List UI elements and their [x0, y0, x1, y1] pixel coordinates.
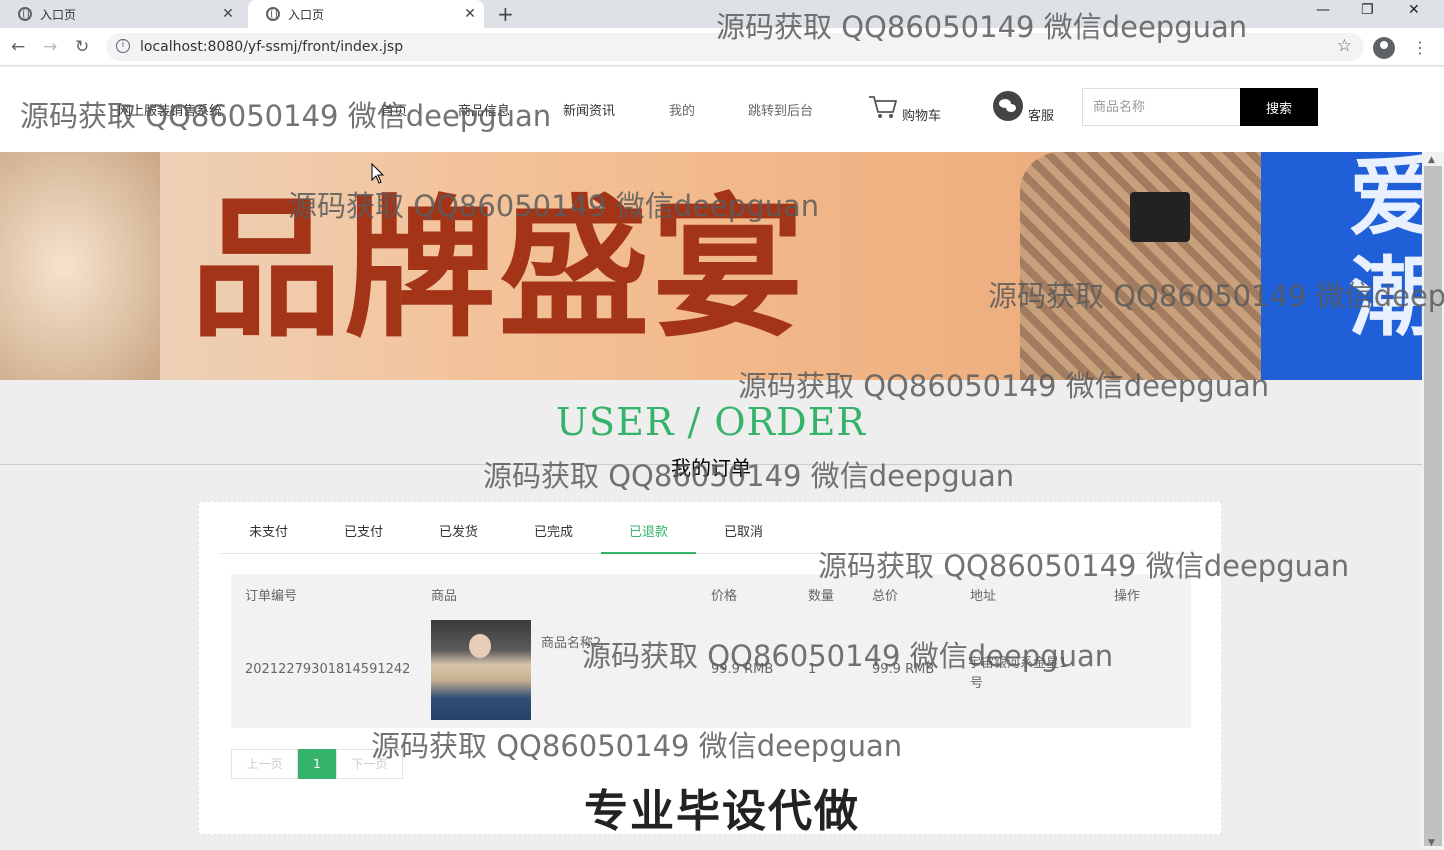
table-row: 20212279301814591242 商品名称2 99.9 RMB 1 99… [231, 612, 1191, 728]
col-total: 总价 [872, 589, 899, 604]
banner-coat-image [0, 152, 160, 380]
order-table-header: 订单编号 商品 价格 数量 总价 地址 操作 [231, 574, 1191, 612]
banner-headline: 品牌盛宴 [190, 179, 806, 358]
window-close-button[interactable]: ✕ [1408, 2, 1420, 18]
search-button[interactable]: 搜索 [1240, 88, 1318, 126]
order-status-tabs: 未支付 已支付 已发货 已完成 已退款 已取消 [221, 516, 1189, 554]
banner-side-text: 爱潮 [1349, 152, 1422, 348]
banner-slide: 品牌盛宴 [0, 152, 1261, 380]
maximize-button[interactable]: ❐ [1361, 2, 1374, 18]
tab-close-icon[interactable]: ✕ [462, 6, 478, 22]
globe-icon [266, 7, 280, 21]
banner-next-slide: 爱潮 [1261, 152, 1422, 380]
address-line-1: 宇宙银河系金星1 [968, 656, 1068, 671]
url-text[interactable]: localhost:8080/yf-ssmj/front/index.jsp [140, 39, 403, 55]
address-bar-row: ← → ↻ i localhost:8080/yf-ssmj/front/ind… [0, 28, 1444, 66]
wechat-icon[interactable] [993, 91, 1023, 121]
tab-completed[interactable]: 已完成 [506, 516, 601, 554]
forward-button[interactable]: → [43, 37, 57, 57]
banner-bag-tag [1130, 192, 1190, 242]
promo-overlay-text: 专业毕设代做 [584, 786, 860, 837]
tab-title: 入口页 [288, 7, 325, 22]
service-label[interactable]: 客服 [1028, 105, 1054, 124]
tab-close-icon[interactable]: ✕ [220, 6, 236, 22]
qty-cell: 1 [808, 662, 817, 677]
tab-cancelled[interactable]: 已取消 [696, 516, 791, 554]
new-tab-button[interactable]: + [497, 2, 514, 26]
globe-icon [18, 7, 32, 21]
reload-button[interactable]: ↻ [75, 37, 89, 57]
nav-products[interactable]: 商品信息 [458, 100, 510, 119]
price-cell: 99.9 RMB [711, 662, 774, 677]
order-number: 20212279301814591242 [245, 662, 411, 677]
hero-banner[interactable]: 品牌盛宴 爱潮 [0, 152, 1422, 380]
col-product: 商品 [431, 589, 458, 604]
scroll-down-icon[interactable]: ▼ [1428, 838, 1435, 848]
back-button[interactable]: ← [11, 37, 25, 57]
site-info-icon[interactable]: i [116, 39, 130, 53]
section-title-en: USER / ORDER [556, 400, 866, 444]
tab-shipped[interactable]: 已发货 [411, 516, 506, 554]
browser-tab-2[interactable]: 入口页 ✕ [248, 0, 484, 28]
bookmark-star-icon[interactable]: ☆ [1337, 36, 1352, 56]
cart-label[interactable]: 购物车 [902, 105, 941, 124]
scroll-up-icon[interactable]: ▲ [1428, 155, 1435, 165]
scroll-thumb[interactable] [1424, 166, 1442, 846]
col-action: 操作 [1114, 589, 1141, 604]
browser-tab-1[interactable]: 入口页 ✕ [0, 0, 242, 28]
tab-title: 入口页 [40, 7, 77, 22]
tab-refunded[interactable]: 已退款 [601, 516, 696, 554]
browser-tab-bar: 入口页 ✕ 入口页 ✕ + — ❐ ✕ [0, 0, 1444, 28]
page-scrollbar[interactable]: ▲ ▼ [1422, 152, 1444, 850]
tab-paid[interactable]: 已支付 [316, 516, 411, 554]
nav-home[interactable]: 首页 [381, 100, 407, 119]
tab-unpaid[interactable]: 未支付 [221, 516, 316, 554]
col-order-no: 订单编号 [245, 589, 298, 604]
col-address: 地址 [970, 589, 997, 604]
profile-avatar-icon[interactable] [1373, 37, 1395, 59]
nav-news[interactable]: 新闻资讯 [563, 100, 615, 119]
section-title-cn: 我的订单 [671, 456, 751, 480]
browser-menu-icon[interactable]: ⋮ [1412, 38, 1428, 57]
search-input[interactable] [1082, 88, 1240, 126]
banner-bag-image [1020, 152, 1261, 380]
nav-admin[interactable]: 跳转到后台 [748, 100, 813, 119]
col-qty: 数量 [808, 589, 835, 604]
minimize-button[interactable]: — [1316, 2, 1330, 18]
site-header: 网上服装销售系统 首页 商品信息 新闻资讯 我的 跳转到后台 购物车 客服 搜索 [0, 67, 1444, 152]
col-price: 价格 [711, 589, 738, 604]
nav-mine[interactable]: 我的 [669, 100, 695, 119]
product-thumbnail[interactable] [431, 620, 531, 720]
product-name[interactable]: 商品名称2 [541, 632, 601, 651]
site-brand[interactable]: 网上服装销售系统 [118, 100, 222, 119]
cart-icon[interactable] [868, 94, 898, 120]
mouse-cursor-icon [371, 163, 385, 184]
address-line-2: 号 [970, 676, 984, 691]
total-cell: 99.9 RMB [872, 662, 935, 677]
url-bar[interactable]: i localhost:8080/yf-ssmj/front/index.jsp… [106, 33, 1364, 61]
